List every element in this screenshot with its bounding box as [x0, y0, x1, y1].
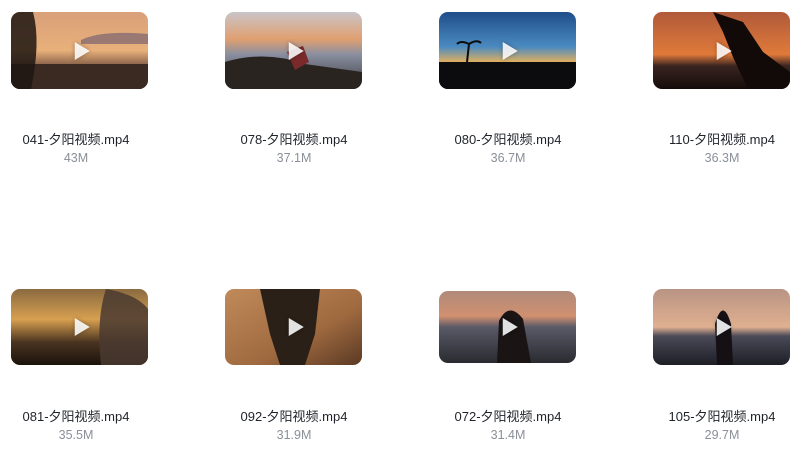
video-thumbnail[interactable] — [11, 289, 148, 365]
play-icon[interactable] — [288, 41, 304, 60]
play-icon[interactable] — [716, 41, 732, 60]
video-filesize: 36.7M — [490, 151, 526, 165]
video-filename[interactable]: 081-夕阳视频.mp4 — [0, 406, 161, 425]
video-filename[interactable]: 110-夕阳视频.mp4 — [637, 129, 800, 148]
video-thumbnail[interactable] — [225, 12, 362, 89]
play-icon[interactable] — [74, 41, 90, 60]
video-filesize: 36.3M — [704, 151, 740, 165]
video-filesize: 35.5M — [58, 428, 94, 442]
play-icon[interactable] — [288, 318, 304, 336]
video-filename[interactable]: 041-夕阳视频.mp4 — [0, 129, 161, 148]
video-thumbnail[interactable] — [439, 12, 576, 89]
video-thumbnail[interactable] — [653, 289, 790, 365]
play-icon[interactable] — [716, 318, 732, 336]
video-thumbnail[interactable] — [11, 12, 148, 89]
video-filename[interactable]: 072-夕阳视频.mp4 — [423, 406, 593, 425]
play-icon[interactable] — [502, 41, 518, 60]
play-icon[interactable] — [502, 318, 518, 336]
video-thumbnail[interactable] — [439, 291, 576, 363]
video-thumbnail[interactable] — [653, 12, 790, 89]
video-filesize: 31.4M — [490, 428, 526, 442]
video-filename[interactable]: 080-夕阳视频.mp4 — [423, 129, 593, 148]
video-thumbnail[interactable] — [225, 289, 362, 365]
video-filesize: 29.7M — [704, 428, 740, 442]
video-filename[interactable]: 078-夕阳视频.mp4 — [209, 129, 379, 148]
video-filesize: 37.1M — [276, 151, 312, 165]
play-icon[interactable] — [74, 318, 90, 336]
video-filesize: 31.9M — [276, 428, 312, 442]
video-filename[interactable]: 092-夕阳视频.mp4 — [209, 406, 379, 425]
video-filesize: 43M — [63, 151, 89, 165]
video-filename[interactable]: 105-夕阳视频.mp4 — [637, 406, 800, 425]
